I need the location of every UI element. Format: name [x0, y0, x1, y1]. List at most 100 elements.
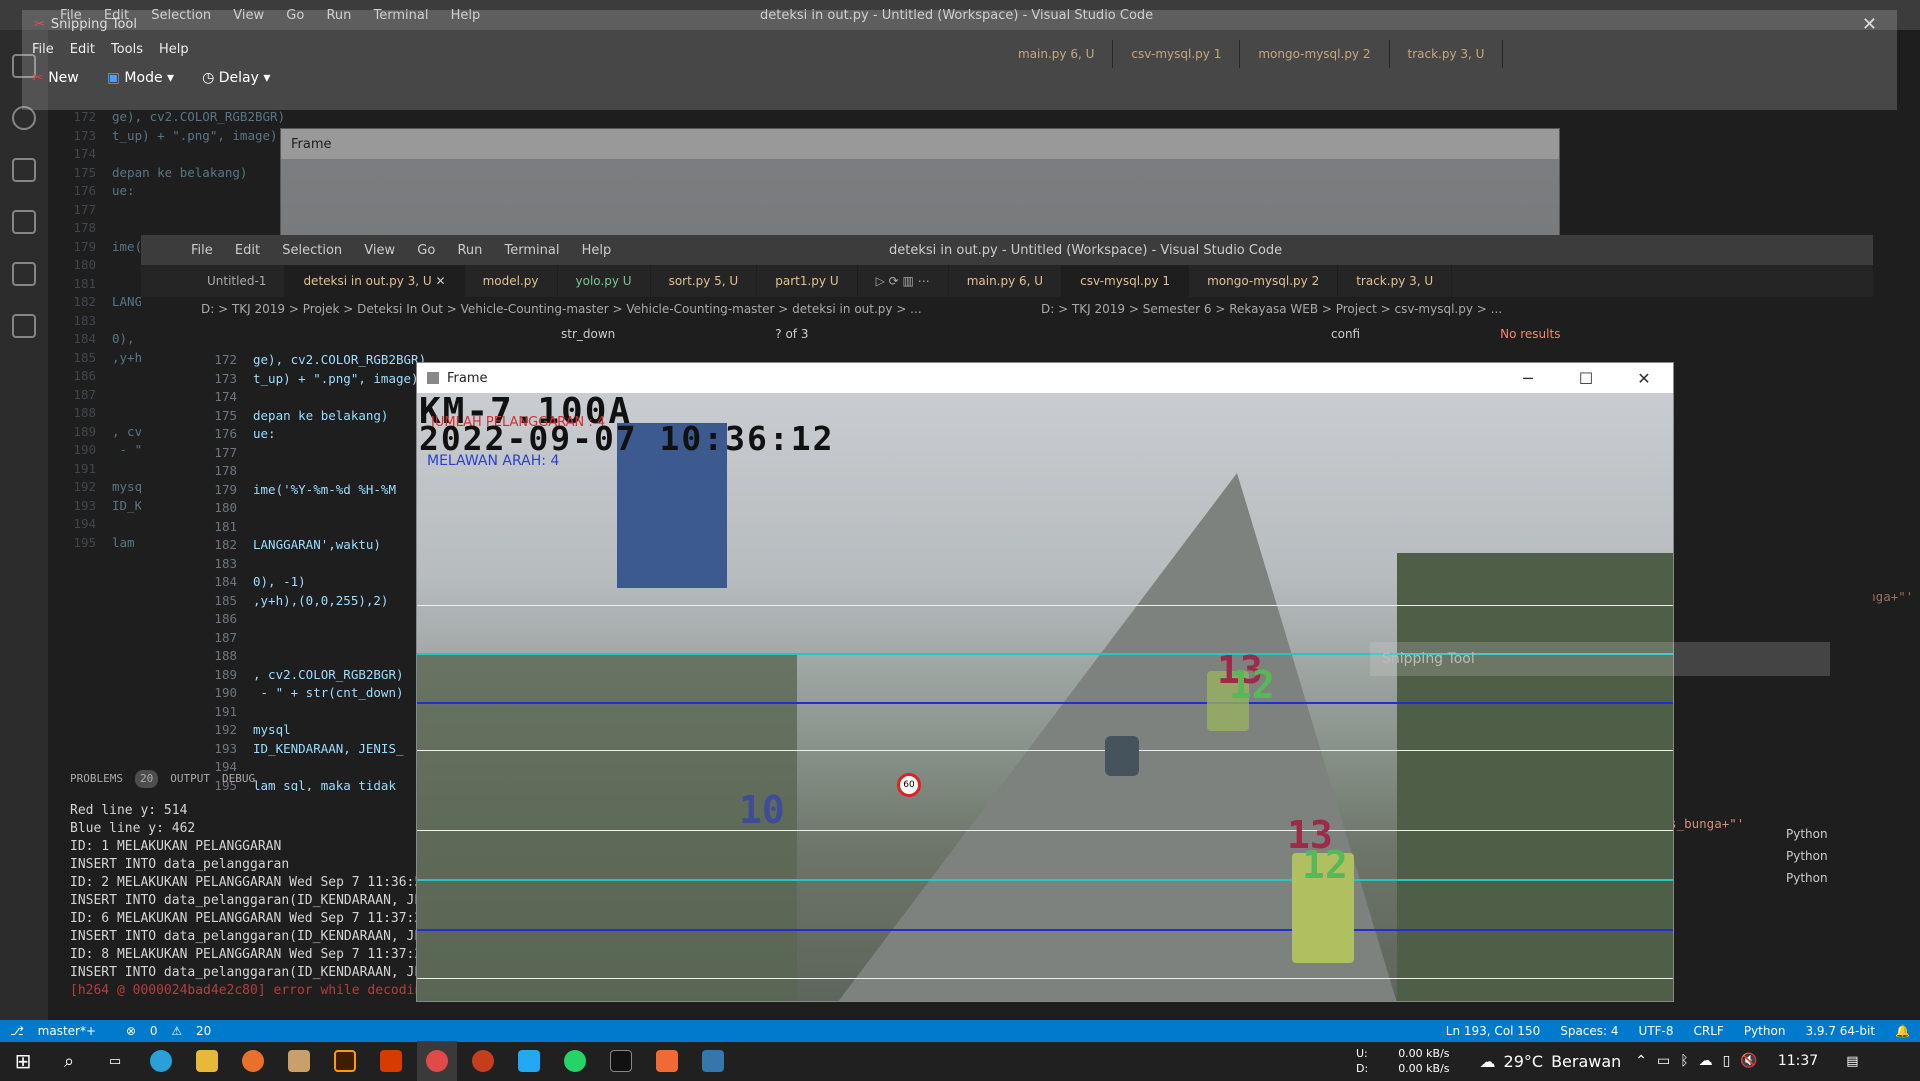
- menu-edit[interactable]: Edit: [235, 243, 260, 258]
- notification-icon[interactable]: ▤: [1846, 1054, 1858, 1069]
- testing-icon[interactable]: [12, 314, 36, 338]
- menu-selection[interactable]: Selection: [282, 243, 342, 258]
- python-item[interactable]: Python: [1786, 845, 1828, 867]
- tab-part1[interactable]: part1.py U: [757, 265, 858, 297]
- snip-menu-help[interactable]: Help: [159, 42, 189, 57]
- weather-text: Berawan: [1551, 1051, 1622, 1071]
- tab-label: Untitled-1: [207, 274, 267, 288]
- git-branch[interactable]: ⎇ master*+: [10, 1024, 106, 1038]
- line-number: 191: [73, 460, 96, 476]
- tab-label: mongo-mysql.py: [1258, 47, 1360, 61]
- code-text: ime('%Y-%m-%d %H-%M: [253, 481, 396, 497]
- tab-yolo[interactable]: yolo.py U: [558, 265, 651, 297]
- net-down-label: D:: [1356, 1062, 1369, 1075]
- firefox-icon[interactable]: [233, 1041, 273, 1081]
- python-item[interactable]: Python: [1786, 823, 1828, 845]
- menu-terminal[interactable]: Terminal: [505, 243, 560, 258]
- menu-run[interactable]: Run: [457, 243, 482, 258]
- app-icon[interactable]: [279, 1041, 319, 1081]
- panel-tab-debug[interactable]: DEBUG: [222, 770, 255, 788]
- line-number: 193: [73, 497, 96, 513]
- breadcrumb[interactable]: D: > TKJ 2019 > Projek > Deteksi In Out …: [141, 297, 1031, 321]
- office-icon[interactable]: [371, 1041, 411, 1081]
- run-button[interactable]: ▷ ⟳ ▥ ⋯: [858, 265, 949, 297]
- task-view-icon[interactable]: ▭: [95, 1041, 135, 1081]
- close-icon[interactable]: ✕: [1615, 369, 1673, 388]
- tab-mongo-mysql[interactable]: mongo-mysql.py 2: [1240, 40, 1390, 68]
- extensions-icon[interactable]: [12, 262, 36, 286]
- vscode-front-menu: File Edit Selection View Go Run Terminal…: [191, 243, 629, 258]
- chevron-up-icon[interactable]: ⌃: [1635, 1053, 1647, 1069]
- search-icon[interactable]: ⌕: [49, 1041, 89, 1081]
- language-mode[interactable]: Python: [1744, 1024, 1786, 1038]
- powerpoint-icon[interactable]: [463, 1041, 503, 1081]
- edge-icon[interactable]: [141, 1041, 181, 1081]
- breadcrumb-right[interactable]: D: > TKJ 2019 > Semester 6 > Rekayasa WE…: [1031, 297, 1502, 321]
- code-text: ge), cv2.COLOR_RGB2BGR): [253, 352, 427, 367]
- cursor-position[interactable]: Ln 193, Col 150: [1446, 1024, 1540, 1038]
- menu-go[interactable]: Go: [417, 243, 435, 258]
- app2-icon[interactable]: [647, 1041, 687, 1081]
- tab-track[interactable]: track.py 3, U: [1390, 40, 1504, 68]
- problems-status[interactable]: ⊗ 0 ⚠ 20: [126, 1024, 221, 1038]
- python-icon[interactable]: [693, 1041, 733, 1081]
- status-bar: ⎇ master*+ ⊗ 0 ⚠ 20 Ln 193, Col 150 Spac…: [0, 1020, 1920, 1042]
- source-control-icon[interactable]: [12, 158, 36, 182]
- run-debug-icon[interactable]: [12, 210, 36, 234]
- tab-untitled[interactable]: Untitled-1: [189, 265, 286, 297]
- tab-main[interactable]: main.py 6, U: [1000, 40, 1114, 68]
- vscode-icon[interactable]: [509, 1041, 549, 1081]
- panel-tab-output[interactable]: OUTPUT: [170, 770, 210, 788]
- find-input-right[interactable]: confi: [1331, 327, 1360, 341]
- indentation[interactable]: Spaces: 4: [1560, 1024, 1618, 1038]
- line-number: 184: [73, 331, 96, 346]
- python-version[interactable]: 3.9.7 64-bit: [1805, 1024, 1875, 1038]
- onedrive-icon[interactable]: ☁: [1699, 1053, 1713, 1069]
- snip-menu-edit[interactable]: Edit: [70, 42, 95, 57]
- snipping-tool-icon[interactable]: [417, 1041, 457, 1081]
- panel-tab-problems[interactable]: PROBLEMS: [70, 770, 123, 788]
- snip-delay-button[interactable]: ◷ Delay ▾: [202, 70, 270, 86]
- snip-new-button[interactable]: ✂ New: [32, 70, 79, 86]
- blue-line: [417, 929, 1673, 931]
- illustrator-icon[interactable]: [325, 1041, 365, 1081]
- code-text: , cv2.COLOR_RGB2BGR): [253, 666, 404, 682]
- find-input[interactable]: str_down: [561, 327, 615, 341]
- bell-icon[interactable]: 🔔: [1895, 1024, 1910, 1038]
- line-number: 175: [73, 164, 96, 180]
- close-icon[interactable]: ✕: [1862, 14, 1877, 35]
- find-widget-right[interactable]: confi No results: [1331, 327, 1560, 341]
- tab-mongo-mysql[interactable]: mongo-mysql.py 2: [1189, 265, 1339, 297]
- monitor-icon[interactable]: ▭: [1657, 1053, 1670, 1069]
- python-item[interactable]: Python: [1786, 867, 1828, 889]
- tab-csv-mysql[interactable]: csv-mysql.py 1: [1113, 40, 1241, 68]
- line-number: 173: [73, 127, 96, 143]
- find-widget-left[interactable]: str_down ? of 3: [561, 327, 1001, 341]
- start-button[interactable]: ⊞: [3, 1041, 43, 1081]
- tab-main[interactable]: main.py 6, U: [949, 265, 1063, 297]
- eol[interactable]: CRLF: [1694, 1024, 1724, 1038]
- tab-csv-mysql[interactable]: csv-mysql.py 1: [1062, 265, 1190, 297]
- encoding[interactable]: UTF-8: [1639, 1024, 1674, 1038]
- snip-menu-tools[interactable]: Tools: [111, 42, 143, 57]
- volume-icon[interactable]: 🔇: [1740, 1053, 1757, 1069]
- bluetooth-icon[interactable]: ᛒ: [1680, 1053, 1688, 1069]
- menu-view[interactable]: View: [364, 243, 395, 258]
- menu-file[interactable]: File: [191, 243, 213, 258]
- tab-sort[interactable]: sort.py 5, U: [651, 265, 758, 297]
- tab-model[interactable]: model.py: [465, 265, 558, 297]
- weather-widget[interactable]: ☁ 29°C Berawan: [1480, 1052, 1622, 1071]
- terminal-icon[interactable]: [601, 1041, 641, 1081]
- tab-deteksi[interactable]: deteksi in out.py 3, U ✕: [285, 265, 465, 297]
- whatsapp-icon[interactable]: [555, 1041, 595, 1081]
- file-explorer-icon[interactable]: [187, 1041, 227, 1081]
- snip-menu-file[interactable]: File: [32, 42, 54, 57]
- maximize-icon[interactable]: ☐: [1557, 369, 1615, 388]
- tab-track[interactable]: track.py 3, U: [1338, 265, 1453, 297]
- menu-help[interactable]: Help: [582, 243, 612, 258]
- clock[interactable]: 11:37: [1778, 1053, 1818, 1069]
- snip-mode-button[interactable]: ▣ Mode ▾: [107, 70, 174, 86]
- minimize-icon[interactable]: ─: [1499, 369, 1557, 388]
- close-icon[interactable]: ✕: [436, 274, 446, 288]
- battery-icon[interactable]: ▯: [1723, 1053, 1731, 1069]
